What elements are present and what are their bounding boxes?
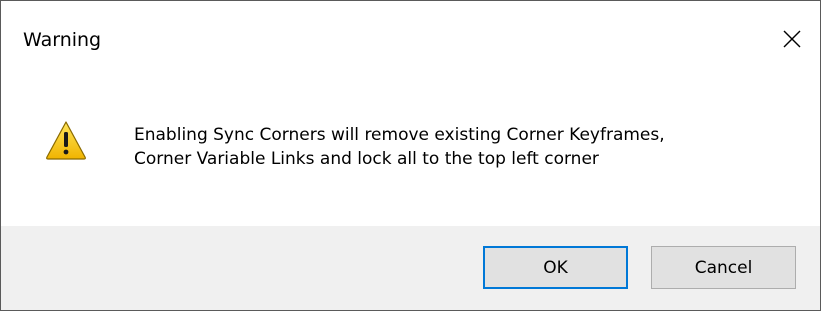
ok-button[interactable]: OK xyxy=(483,246,628,289)
dialog-content: Enabling Sync Corners will remove existi… xyxy=(1,81,820,226)
button-bar: OK Cancel xyxy=(1,226,820,310)
title-bar: Warning xyxy=(1,1,820,81)
close-button[interactable] xyxy=(764,1,820,77)
warning-message: Enabling Sync Corners will remove existi… xyxy=(134,123,804,171)
message-line-2: Corner Variable Links and lock all to th… xyxy=(134,149,599,169)
warning-dialog: Warning Enabling Sync Corners will remov… xyxy=(0,0,821,311)
dialog-title: Warning xyxy=(23,29,102,51)
warning-icon xyxy=(46,121,86,160)
close-icon xyxy=(783,30,801,48)
message-line-1: Enabling Sync Corners will remove existi… xyxy=(134,125,665,145)
cancel-button[interactable]: Cancel xyxy=(651,246,796,289)
